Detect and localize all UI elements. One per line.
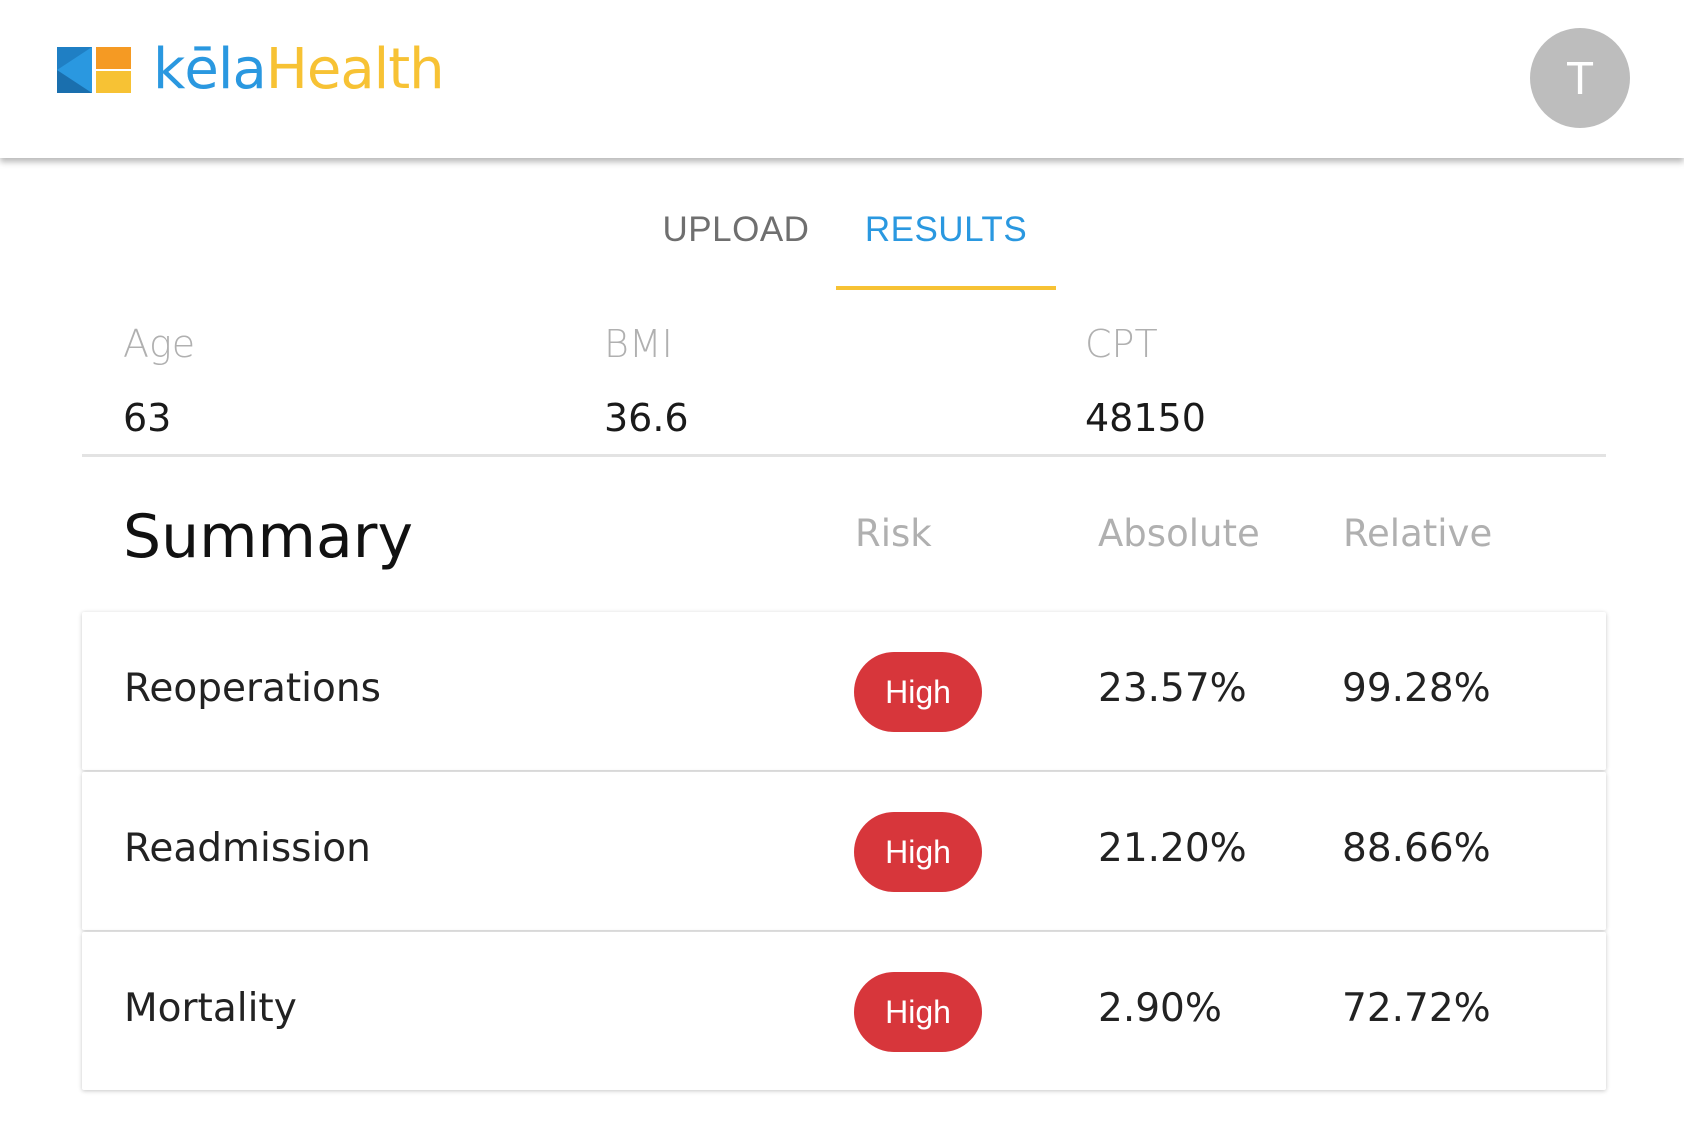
brand-name: kēlaHealth (153, 37, 445, 102)
summary-row-readmission: Readmission High 21.20% 88.66% (82, 772, 1606, 930)
kela-logo-icon (57, 47, 131, 93)
row-name: Mortality (124, 986, 297, 1031)
info-divider (82, 454, 1606, 457)
row-relative: 72.72% (1342, 986, 1491, 1031)
risk-badge: High (854, 972, 982, 1052)
column-header-relative: Relative (1343, 512, 1493, 555)
brand-logo[interactable]: kēlaHealth (57, 37, 445, 102)
tab-results[interactable]: RESULTS (836, 196, 1056, 290)
row-relative: 88.66% (1342, 826, 1491, 871)
bmi-label: BMI (604, 322, 673, 366)
app-header: kēlaHealth T (0, 0, 1684, 158)
risk-badge: High (854, 652, 982, 732)
cpt-label: CPT (1085, 322, 1158, 366)
summary-row-mortality: Mortality High 2.90% 72.72% (82, 932, 1606, 1090)
brand-name-part1: kēla (153, 37, 267, 102)
row-absolute: 21.20% (1098, 826, 1247, 871)
tab-upload[interactable]: UPLOAD (636, 196, 836, 290)
summary-row-reoperations: Reoperations High 23.57% 99.28% (82, 612, 1606, 770)
avatar-initial: T (1565, 52, 1595, 104)
age-value: 63 (123, 396, 172, 440)
row-name: Readmission (124, 826, 371, 871)
column-header-absolute: Absolute (1098, 512, 1260, 555)
cpt-value: 48150 (1085, 396, 1206, 440)
risk-badge: High (854, 812, 982, 892)
row-name: Reoperations (124, 666, 381, 711)
brand-name-part2: Health (265, 37, 445, 102)
row-absolute: 2.90% (1098, 986, 1222, 1031)
summary-title: Summary (123, 502, 413, 572)
row-relative: 99.28% (1342, 666, 1491, 711)
bmi-value: 36.6 (604, 396, 689, 440)
active-tab-indicator (836, 286, 1056, 290)
tab-bar: UPLOAD RESULTS (0, 196, 1684, 290)
row-absolute: 23.57% (1098, 666, 1247, 711)
column-header-risk: Risk (855, 512, 932, 555)
age-label: Age (123, 322, 196, 366)
user-avatar[interactable]: T (1530, 28, 1630, 128)
